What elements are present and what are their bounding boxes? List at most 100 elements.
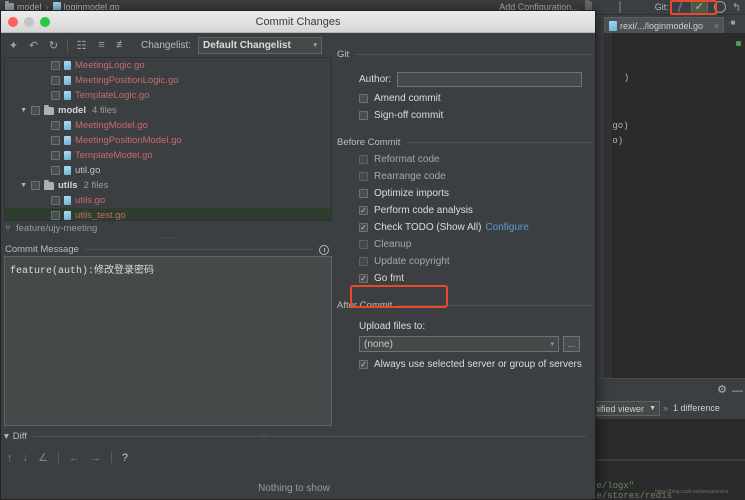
collapse-all-icon[interactable]: ≢ [115,39,128,52]
tree-file-row[interactable]: MeetingLogic.go [5,58,331,73]
history-icon[interactable] [319,245,329,255]
tree-row-checkbox[interactable] [51,136,60,145]
before-commit-option-label: Update copyright [374,256,450,267]
changelist-select[interactable]: Default Changelist ▾ [198,37,322,54]
tree-file-row[interactable]: TemplateLogic.go [5,88,331,103]
tree-row-checkbox[interactable] [31,181,40,190]
vcs-history-icon[interactable] [714,1,726,13]
tree-file-row[interactable]: utils_test.go [5,208,331,221]
tree-row-checkbox[interactable] [51,76,60,85]
before-commit-option-checkbox[interactable]: ✓ [359,274,368,283]
before-commit-option-row[interactable]: ✓ Check TODO (Show All) Configure [359,222,592,233]
diff-section-header[interactable]: ▾ Diff [4,431,586,442]
accept-right-icon[interactable]: → [90,452,101,464]
tree-row-checkbox[interactable] [51,196,60,205]
compare-icon[interactable]: ∠ [38,451,48,464]
tab-options-icon[interactable]: ·■ [728,18,736,27]
diff-toolbar: ↑ ↓ ∠ ← → ? [7,451,128,464]
before-commit-option-label: Reformat code [374,154,440,165]
tree-file-row[interactable]: utils.go [5,193,331,208]
close-window-button[interactable] [8,17,18,27]
before-commit-option-row[interactable]: ✓Go fmt [359,273,592,284]
tree-expand-arrow[interactable]: ▼ [9,182,31,189]
commit-message-label: Commit Message [5,244,79,255]
tree-folder-row[interactable]: ▼utils2 files [5,178,331,193]
gear-icon[interactable]: ⚙ [717,383,727,396]
tree-row-checkbox[interactable] [51,151,60,160]
author-field[interactable] [397,72,582,87]
before-commit-option-row[interactable]: Rearrange code [359,171,592,182]
before-commit-option-checkbox[interactable] [359,257,368,266]
refresh-diff-icon[interactable]: ✦ [7,39,20,52]
before-commit-option-checkbox[interactable] [359,189,368,198]
tree-row-checkbox[interactable] [51,61,60,70]
coverage-icon[interactable] [619,2,630,13]
tree-folder-row[interactable]: ▼model4 files [5,103,331,118]
tree-file-row[interactable]: MeetingPositionModel.go [5,133,331,148]
tree-row-checkbox[interactable] [31,106,40,115]
tree-expand-arrow[interactable]: ▼ [9,107,31,114]
previous-difference-icon[interactable]: ↑ [7,452,13,464]
stop-icon[interactable] [636,2,647,13]
close-icon[interactable]: × [714,21,719,31]
before-commit-option-row[interactable]: Update copyright [359,256,592,267]
tree-file-row[interactable]: MeetingModel.go [5,118,331,133]
revert-icon[interactable]: ↻ [47,39,60,52]
diff-body-left [589,419,745,459]
minimize-icon[interactable]: — [732,385,743,397]
go-file-icon [64,211,71,220]
diff-empty-text: Nothing to show [1,483,587,494]
upload-row: (none) ▾ ... [359,336,592,352]
before-commit-option-checkbox[interactable]: ✓ [359,206,368,215]
help-icon[interactable]: ? [122,452,128,464]
tree-row-checkbox[interactable] [51,91,60,100]
viewer-mode-select[interactable]: nified viewer ▼ [590,401,660,416]
go-file-icon [64,61,71,70]
tree-row-checkbox[interactable] [51,166,60,175]
splitter-grip[interactable]: ▫▫▫▫ [161,235,175,242]
before-commit-option-row[interactable]: Reformat code [359,154,592,165]
before-commit-option-row[interactable]: ✓Perform code analysis [359,205,592,216]
next-difference-icon[interactable]: ↓ [23,452,29,464]
accept-left-icon[interactable]: ← [69,452,80,464]
expand-all-icon[interactable]: ≡ [95,39,108,52]
minimize-window-button[interactable] [24,17,34,27]
tree-row-checkbox[interactable] [51,121,60,130]
tree-file-row[interactable]: MeetingPositionLogic.go [5,73,331,88]
always-use-server-checkbox[interactable]: ✓ [359,360,368,369]
upload-server-select[interactable]: (none) ▾ [359,336,559,352]
before-commit-option-checkbox[interactable] [359,240,368,249]
git-option-checkbox[interactable] [359,111,368,120]
vcs-rollback-icon[interactable]: ↰ [732,1,741,14]
before-commit-option-checkbox[interactable] [359,172,368,181]
before-commit-option-checkbox[interactable] [359,155,368,164]
tree-row-checkbox[interactable] [51,211,60,220]
code-line: re/logx" [591,481,634,491]
editor-tab-loginmodel[interactable]: rexi/.../loginmodel.go × [604,17,724,33]
tree-file-row[interactable]: util.go [5,163,331,178]
always-use-server-row[interactable]: ✓ Always use selected server or group of… [359,359,592,370]
chevron-right-icon[interactable]: » [663,403,668,413]
before-commit-option-label: Check TODO (Show All) [374,222,481,233]
browse-servers-button[interactable]: ... [563,336,580,352]
commit-message-input[interactable]: feature(auth):修改登录密码 [4,256,332,426]
before-commit-option-checkbox[interactable]: ✓ [359,223,368,232]
maximize-window-button[interactable] [40,17,50,27]
vcs-commit-icon[interactable]: ✓ [691,0,708,14]
configure-link[interactable]: Configure [485,222,528,233]
tree-file-row[interactable]: TemplateModel.go [5,148,331,163]
before-commit-option-row[interactable]: Optimize imports [359,188,592,199]
git-option-row[interactable]: Sign-off commit [359,110,592,121]
before-commit-option-row[interactable]: Cleanup [359,239,592,250]
author-row: Author: [337,72,592,87]
editor-area[interactable]: ) .go) go) [604,33,745,378]
rollback-icon[interactable]: ↶ [27,39,40,52]
diff-splitter-grip[interactable]: ▫▫▫ [259,432,269,439]
group-by-icon[interactable]: ☷ [75,39,88,52]
git-option-checkbox[interactable] [359,94,368,103]
vcs-update-icon[interactable] [675,2,685,12]
git-option-row[interactable]: Amend commit [359,93,592,104]
collapse-icon[interactable]: ▾ [4,431,9,442]
debug-icon[interactable] [602,2,613,13]
changed-files-tree[interactable]: MeetingLogic.goMeetingPositionLogic.goTe… [4,57,332,221]
